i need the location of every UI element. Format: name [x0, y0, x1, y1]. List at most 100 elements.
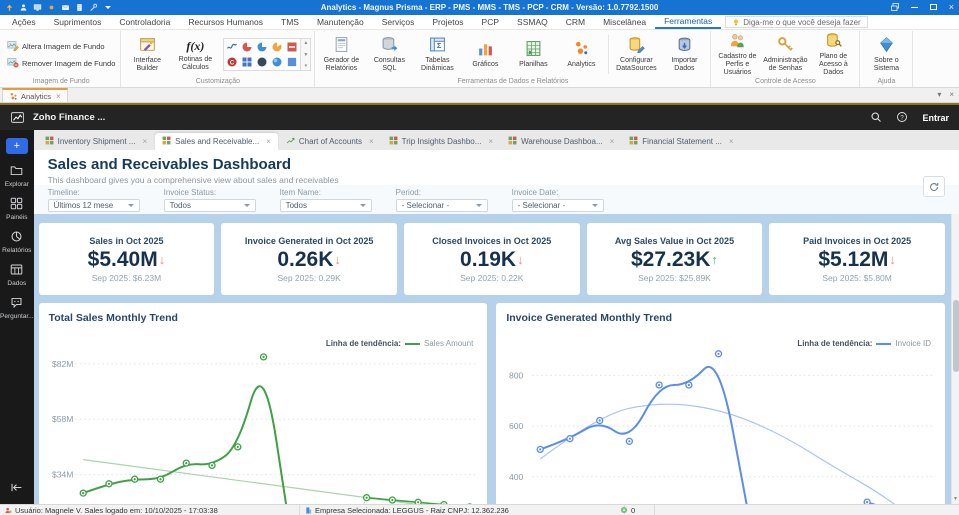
- tell-me-box[interactable]: Diga-me o que você deseja fazer: [725, 16, 868, 28]
- sobre-o-sistema-button[interactable]: Sobre o Sistema: [863, 36, 909, 73]
- importar-dados-button[interactable]: Importar Dados: [661, 36, 707, 73]
- report-tab-inventory-shipment[interactable]: Inventory Shipment ... ×: [37, 133, 155, 151]
- filter-select-timeline[interactable]: Últimos 12 mese: [47, 199, 140, 213]
- close-icon[interactable]: ×: [729, 137, 734, 146]
- close-icon[interactable]: ×: [369, 137, 374, 146]
- close-window-icon[interactable]: ×: [949, 3, 954, 12]
- spreadsheet-icon: x: [525, 40, 542, 60]
- screen-icon[interactable]: [33, 3, 42, 12]
- chart-red-icon[interactable]: [285, 40, 299, 54]
- menu-tab-manutencao[interactable]: Manutenção: [308, 15, 373, 29]
- report-tab-trip-insights-dashbo[interactable]: Trip Insights Dashbo... ×: [381, 133, 501, 151]
- menu-tab-ssmaq[interactable]: SSMAQ: [508, 15, 557, 29]
- remover-imagem-de-fundo-button[interactable]: Remover Imagem de Fundo: [5, 56, 117, 70]
- report-tab-warehouse-dashboa[interactable]: Warehouse Dashboa... ×: [501, 133, 622, 151]
- sphere-blue-icon[interactable]: [270, 55, 284, 69]
- copyright-red-icon[interactable]: C: [225, 55, 239, 69]
- rotinas-de-calculos-button[interactable]: f(x) Rotinas de Cálculos: [172, 38, 218, 72]
- sidebar-item-paineis[interactable]: Painéis: [0, 197, 34, 221]
- alert-icon[interactable]: [47, 3, 56, 12]
- menu-tab-acoes[interactable]: Ações: [3, 15, 45, 29]
- report-clock-icon: [10, 230, 23, 245]
- tabelas-dinamicas-button[interactable]: Σ Tabelas Dinâmicas: [414, 36, 460, 73]
- interface-builder-button[interactable]: Interface Builder: [124, 36, 170, 73]
- help-icon[interactable]: ?: [896, 111, 908, 125]
- scrollbar-thumb[interactable]: [953, 300, 959, 373]
- dashboard-icon: [508, 136, 517, 147]
- refresh-button[interactable]: [923, 176, 945, 198]
- report-tab-financial-statement[interactable]: Financial Statement ... ×: [622, 133, 741, 151]
- collapse-sidebar-icon[interactable]: [10, 481, 23, 496]
- sidebar-item-relatorios[interactable]: Relatórios: [0, 230, 34, 254]
- kpi-card-invoice-generated-in-oct-2025: Invoice Generated in Oct 2025 0.26K ↓ Sep 2…: [221, 223, 397, 296]
- configurar-datasources-button[interactable]: Configurar DataSources: [613, 36, 659, 73]
- quick-access-dropdown-icon[interactable]: [105, 6, 111, 9]
- square-blue-icon[interactable]: [285, 55, 299, 69]
- document-icon[interactable]: [75, 3, 84, 12]
- sidebar-item-explorar[interactable]: Explorar: [0, 164, 34, 188]
- menu-tab-suprimentos[interactable]: Suprimentos: [45, 15, 111, 29]
- sign-in-button[interactable]: Entrar: [922, 113, 949, 123]
- line-chart-plot: 800 600 400: [509, 350, 936, 504]
- pie-orange-icon[interactable]: [270, 40, 284, 54]
- menu-tab-projetos[interactable]: Projetos: [423, 15, 472, 29]
- graficos-button[interactable]: Gráficos: [462, 40, 508, 69]
- kpi-row: Sales in Oct 2025 $5.40M ↓ Sep 2025: $6.23M…: [38, 223, 945, 296]
- search-icon[interactable]: [870, 111, 882, 125]
- menu-tab-crm[interactable]: CRM: [557, 15, 594, 29]
- menu-tab-recursos-humanos[interactable]: Recursos Humanos: [179, 15, 272, 29]
- close-icon[interactable]: ×: [56, 92, 61, 101]
- vertical-scrollbar[interactable]: ▼: [951, 214, 959, 504]
- minimize-icon[interactable]: [910, 3, 918, 12]
- menu-tab-pcp[interactable]: PCP: [473, 15, 508, 29]
- filter-select-invoice-date[interactable]: - Selecionar -: [511, 199, 604, 213]
- menu-tab-miscelanea[interactable]: Miscelânea: [594, 15, 655, 29]
- filter-select-item-name[interactable]: Todos: [279, 199, 372, 213]
- scroll-down-icon[interactable]: ▼: [953, 496, 958, 502]
- menu-tab-controladoria[interactable]: Controladoria: [110, 15, 179, 29]
- report-tab-sales-and-receivable[interactable]: Sales and Receivable... ×: [155, 133, 278, 151]
- gerador-de-relatorios-button[interactable]: Gerador de Relatórios: [318, 36, 364, 73]
- filter-select-period[interactable]: - Selecionar -: [395, 199, 488, 213]
- switch-windows-icon[interactable]: [890, 2, 899, 13]
- pie-red-icon[interactable]: [240, 40, 254, 54]
- database-icon: [381, 36, 398, 56]
- circle-black-icon[interactable]: [255, 55, 269, 69]
- user-idea-icon[interactable]: [19, 3, 28, 12]
- ribbon-group-label: Customização: [195, 78, 241, 86]
- planilhas-button[interactable]: x Planilhas: [510, 40, 556, 69]
- grid-blue-icon[interactable]: [240, 55, 254, 69]
- report-tab-chart-of-accounts[interactable]: Chart of Accounts ×: [278, 133, 381, 151]
- create-new-button[interactable]: +: [5, 138, 28, 155]
- legend-series-name[interactable]: Invoice ID: [895, 339, 931, 348]
- administracao-de-senhas-button[interactable]: Administração de Senhas: [762, 36, 808, 73]
- tab-list-dropdown-icon[interactable]: ▾: [937, 90, 941, 99]
- filter-select-invoice-status[interactable]: Todos: [163, 199, 256, 213]
- analytics-button[interactable]: Analytics: [558, 40, 604, 69]
- sidebar-item-dados[interactable]: Dados: [0, 263, 34, 287]
- close-icon[interactable]: ×: [266, 137, 271, 146]
- close-all-tabs-icon[interactable]: ×: [949, 90, 954, 99]
- close-icon[interactable]: ×: [488, 137, 493, 146]
- menu-tab-servicos[interactable]: Serviços: [373, 15, 424, 29]
- sidebar-item-perguntar[interactable]: Perguntar...: [0, 296, 34, 320]
- pie-blue-icon[interactable]: [255, 40, 269, 54]
- consultas-sql-button[interactable]: Consultas SQL: [366, 36, 412, 73]
- altera-imagem-de-fundo-button[interactable]: Altera Imagem de Fundo: [5, 39, 107, 53]
- scribble-blue-icon[interactable]: [225, 40, 239, 54]
- legend-series-name[interactable]: Sales Amount: [424, 339, 473, 348]
- gallery-scrollbar[interactable]: ▲ ▼ ▾: [301, 38, 312, 72]
- close-icon[interactable]: ×: [610, 137, 615, 146]
- maximize-icon[interactable]: [929, 3, 937, 12]
- mail-icon[interactable]: [61, 3, 70, 12]
- menu-tab-tms[interactable]: TMS: [272, 15, 308, 29]
- menu-tab-ferramentas[interactable]: Ferramentas: [655, 15, 722, 29]
- workspace-name[interactable]: Zoho Finance ...: [33, 112, 105, 123]
- plano-de-acesso-a-dados-button[interactable]: Plano de Acesso à Dados: [810, 32, 856, 77]
- upload-icon[interactable]: [5, 3, 14, 12]
- close-icon[interactable]: ×: [142, 137, 147, 146]
- cadastro-de-perfis-e-usuarios-button[interactable]: Cadastro de Perfis e Usuários: [714, 32, 760, 77]
- tools-icon[interactable]: [89, 3, 98, 12]
- doc-tab-analytics[interactable]: Analytics ×: [2, 88, 68, 103]
- ribbon-group-label: Ferramentas de Dados e Relatórios: [457, 78, 569, 86]
